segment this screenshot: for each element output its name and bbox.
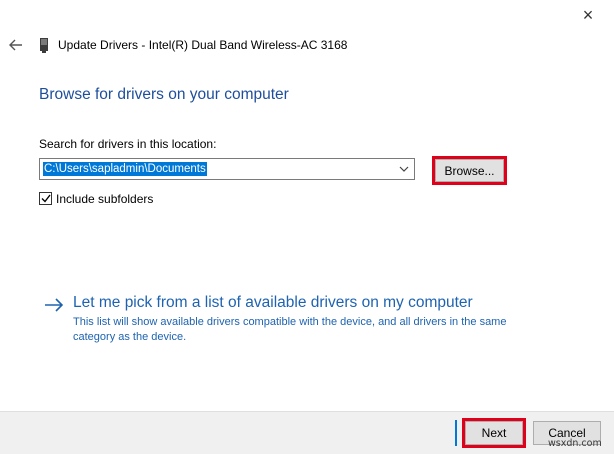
- window-title: Update Drivers - Intel(R) Dual Band Wire…: [58, 38, 348, 52]
- back-arrow-icon: [9, 39, 22, 51]
- browse-button[interactable]: Browse...: [435, 159, 504, 182]
- checkmark-icon: [41, 194, 51, 203]
- close-button[interactable]: ×: [576, 4, 600, 26]
- right-arrow-icon[interactable]: [43, 296, 65, 314]
- page-title: Browse for drivers on your computer: [39, 86, 289, 103]
- close-icon: ×: [582, 5, 594, 25]
- back-button[interactable]: [6, 36, 26, 54]
- driver-path-combobox[interactable]: C:\Users\sapladmin\Documents: [39, 158, 415, 180]
- next-button[interactable]: Next: [465, 421, 523, 445]
- network-adapter-icon: [40, 38, 48, 53]
- search-location-label: Search for drivers in this location:: [39, 137, 217, 151]
- driver-path-value[interactable]: C:\Users\sapladmin\Documents: [43, 162, 207, 176]
- include-subfolders-label[interactable]: Include subfolders: [56, 192, 153, 206]
- include-subfolders-checkbox[interactable]: [39, 192, 52, 205]
- pick-driver-link[interactable]: Let me pick from a list of available dri…: [73, 294, 473, 312]
- chevron-down-icon[interactable]: [397, 162, 411, 176]
- pick-driver-description: This list will show available drivers co…: [73, 316, 507, 343]
- watermark-text: wsxdn.com: [548, 438, 602, 449]
